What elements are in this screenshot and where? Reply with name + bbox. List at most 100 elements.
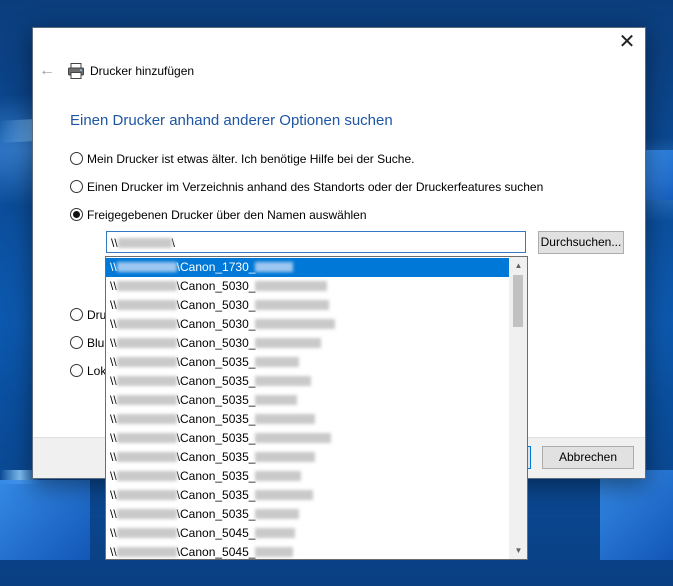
redacted-suffix [255, 547, 294, 557]
item-prefix: \\ [110, 450, 117, 464]
printer-icon [68, 63, 84, 79]
redacted-suffix [255, 357, 300, 367]
item-printer: \Canon_5035_ [176, 412, 256, 426]
item-prefix: \\ [110, 431, 117, 445]
option-label: Freigegebenen Drucker über den Namen aus… [87, 208, 367, 222]
item-printer: \Canon_5035_ [176, 355, 256, 369]
back-arrow-icon[interactable]: ← [39, 63, 55, 79]
item-prefix: \\ [110, 469, 117, 483]
redacted-suffix [255, 262, 294, 272]
list-item[interactable]: \\ \Canon_1730_ [106, 258, 511, 277]
list-item[interactable]: \\ \Canon_5045_ [106, 524, 511, 543]
radio-button[interactable] [70, 364, 83, 377]
list-item[interactable]: \\ \Canon_5035_ [106, 353, 511, 372]
item-printer: \Canon_5035_ [176, 431, 256, 445]
list-item[interactable]: \\ \Canon_5035_ [106, 410, 511, 429]
item-prefix: \\ [110, 355, 117, 369]
redacted-server-name [117, 238, 172, 248]
radio-button[interactable] [70, 152, 83, 165]
item-prefix: \\ [110, 412, 117, 426]
radio-button-checked[interactable] [70, 208, 83, 221]
redacted-server-name [116, 433, 177, 443]
list-item[interactable]: \\ \Canon_5035_ [106, 486, 511, 505]
scroll-down-icon[interactable]: ▼ [510, 542, 527, 559]
vertical-scrollbar[interactable]: ▲ ▼ [509, 257, 527, 559]
option-label: Blu [87, 336, 105, 350]
list-item[interactable]: \\ \Canon_5030_ [106, 334, 511, 353]
option-older-printer[interactable]: Mein Drucker ist etwas älter. Ich benöti… [70, 152, 415, 166]
list-item[interactable]: \\ \Canon_5035_ [106, 429, 511, 448]
option-label: Lok [87, 364, 107, 378]
option-label: Mein Drucker ist etwas älter. Ich benöti… [87, 152, 415, 166]
item-prefix: \\ [110, 260, 117, 274]
redacted-suffix [255, 509, 300, 519]
printer-name-input[interactable]: \\ \ [106, 231, 526, 253]
list-item[interactable]: \\ \Canon_5045_ [106, 543, 511, 559]
option-label: Dru [87, 308, 107, 322]
redacted-suffix [255, 300, 330, 310]
list-item[interactable]: \\ \Canon_5030_ [106, 315, 511, 334]
item-prefix: \\ [110, 298, 117, 312]
scroll-up-icon[interactable]: ▲ [510, 257, 527, 274]
radio-button[interactable] [70, 308, 83, 321]
dialog-title: Drucker hinzufügen [90, 64, 195, 78]
redacted-server-name [116, 452, 177, 462]
option-shared-printer-by-name[interactable]: Freigegebenen Drucker über den Namen aus… [70, 208, 367, 222]
item-printer: \Canon_5035_ [176, 488, 256, 502]
option-bluetooth[interactable]: Blu [70, 336, 104, 350]
list-item[interactable]: \\ \Canon_5035_ [106, 448, 511, 467]
item-printer: \Canon_5035_ [176, 507, 256, 521]
list-item[interactable]: \\ \Canon_5030_ [106, 277, 511, 296]
item-printer: \Canon_5035_ [176, 450, 256, 464]
browse-button[interactable]: Durchsuchen... [538, 231, 624, 254]
redacted-server-name [116, 509, 177, 519]
close-icon[interactable]: ✕ [617, 32, 637, 52]
redacted-suffix [255, 319, 336, 329]
radio-button[interactable] [70, 180, 83, 193]
option-tcpip[interactable]: Dru [70, 308, 106, 322]
radio-button[interactable] [70, 336, 83, 349]
item-printer: \Canon_5035_ [176, 393, 256, 407]
input-prefix: \\ [111, 236, 118, 250]
item-prefix: \\ [110, 507, 117, 521]
redacted-server-name [116, 357, 177, 367]
redacted-server-name [116, 547, 177, 557]
redacted-suffix [255, 376, 312, 386]
scrollbar-thumb[interactable] [513, 275, 523, 327]
redacted-server-name [116, 300, 177, 310]
cancel-button[interactable]: Abbrechen [542, 446, 634, 469]
item-prefix: \\ [110, 488, 117, 502]
redacted-server-name [116, 338, 177, 348]
redacted-server-name [116, 319, 177, 329]
redacted-suffix [255, 414, 316, 424]
redacted-suffix [255, 395, 298, 405]
redacted-server-name [116, 414, 177, 424]
item-printer: \Canon_5030_ [176, 279, 256, 293]
option-local-printer[interactable]: Lok [70, 364, 106, 378]
item-printer: \Canon_5045_ [176, 545, 256, 559]
item-printer: \Canon_5030_ [176, 298, 256, 312]
item-printer: \Canon_5035_ [176, 374, 256, 388]
list-item[interactable]: \\ \Canon_5035_ [106, 391, 511, 410]
list-item[interactable]: \\ \Canon_5030_ [106, 296, 511, 315]
redacted-server-name [116, 376, 177, 386]
redacted-server-name [116, 490, 177, 500]
list-item[interactable]: \\ \Canon_5035_ [106, 372, 511, 391]
item-prefix: \\ [110, 545, 117, 559]
redacted-server-name [116, 281, 177, 291]
list-item[interactable]: \\ \Canon_5035_ [106, 505, 511, 524]
redacted-suffix [255, 490, 314, 500]
redacted-server-name [116, 262, 177, 272]
wallpaper-window-pane [600, 470, 673, 560]
redacted-suffix [255, 452, 316, 462]
item-prefix: \\ [110, 393, 117, 407]
item-prefix: \\ [110, 526, 117, 540]
option-label: Einen Drucker im Verzeichnis anhand des … [87, 180, 544, 194]
redacted-server-name [116, 471, 177, 481]
list-item[interactable]: \\ \Canon_5035_ [106, 467, 511, 486]
page-heading: Einen Drucker anhand anderer Optionen su… [70, 112, 393, 129]
option-directory-search[interactable]: Einen Drucker im Verzeichnis anhand des … [70, 180, 543, 194]
item-printer: \Canon_5030_ [176, 317, 256, 331]
wallpaper-window-pane [645, 150, 673, 200]
redacted-suffix [255, 281, 328, 291]
